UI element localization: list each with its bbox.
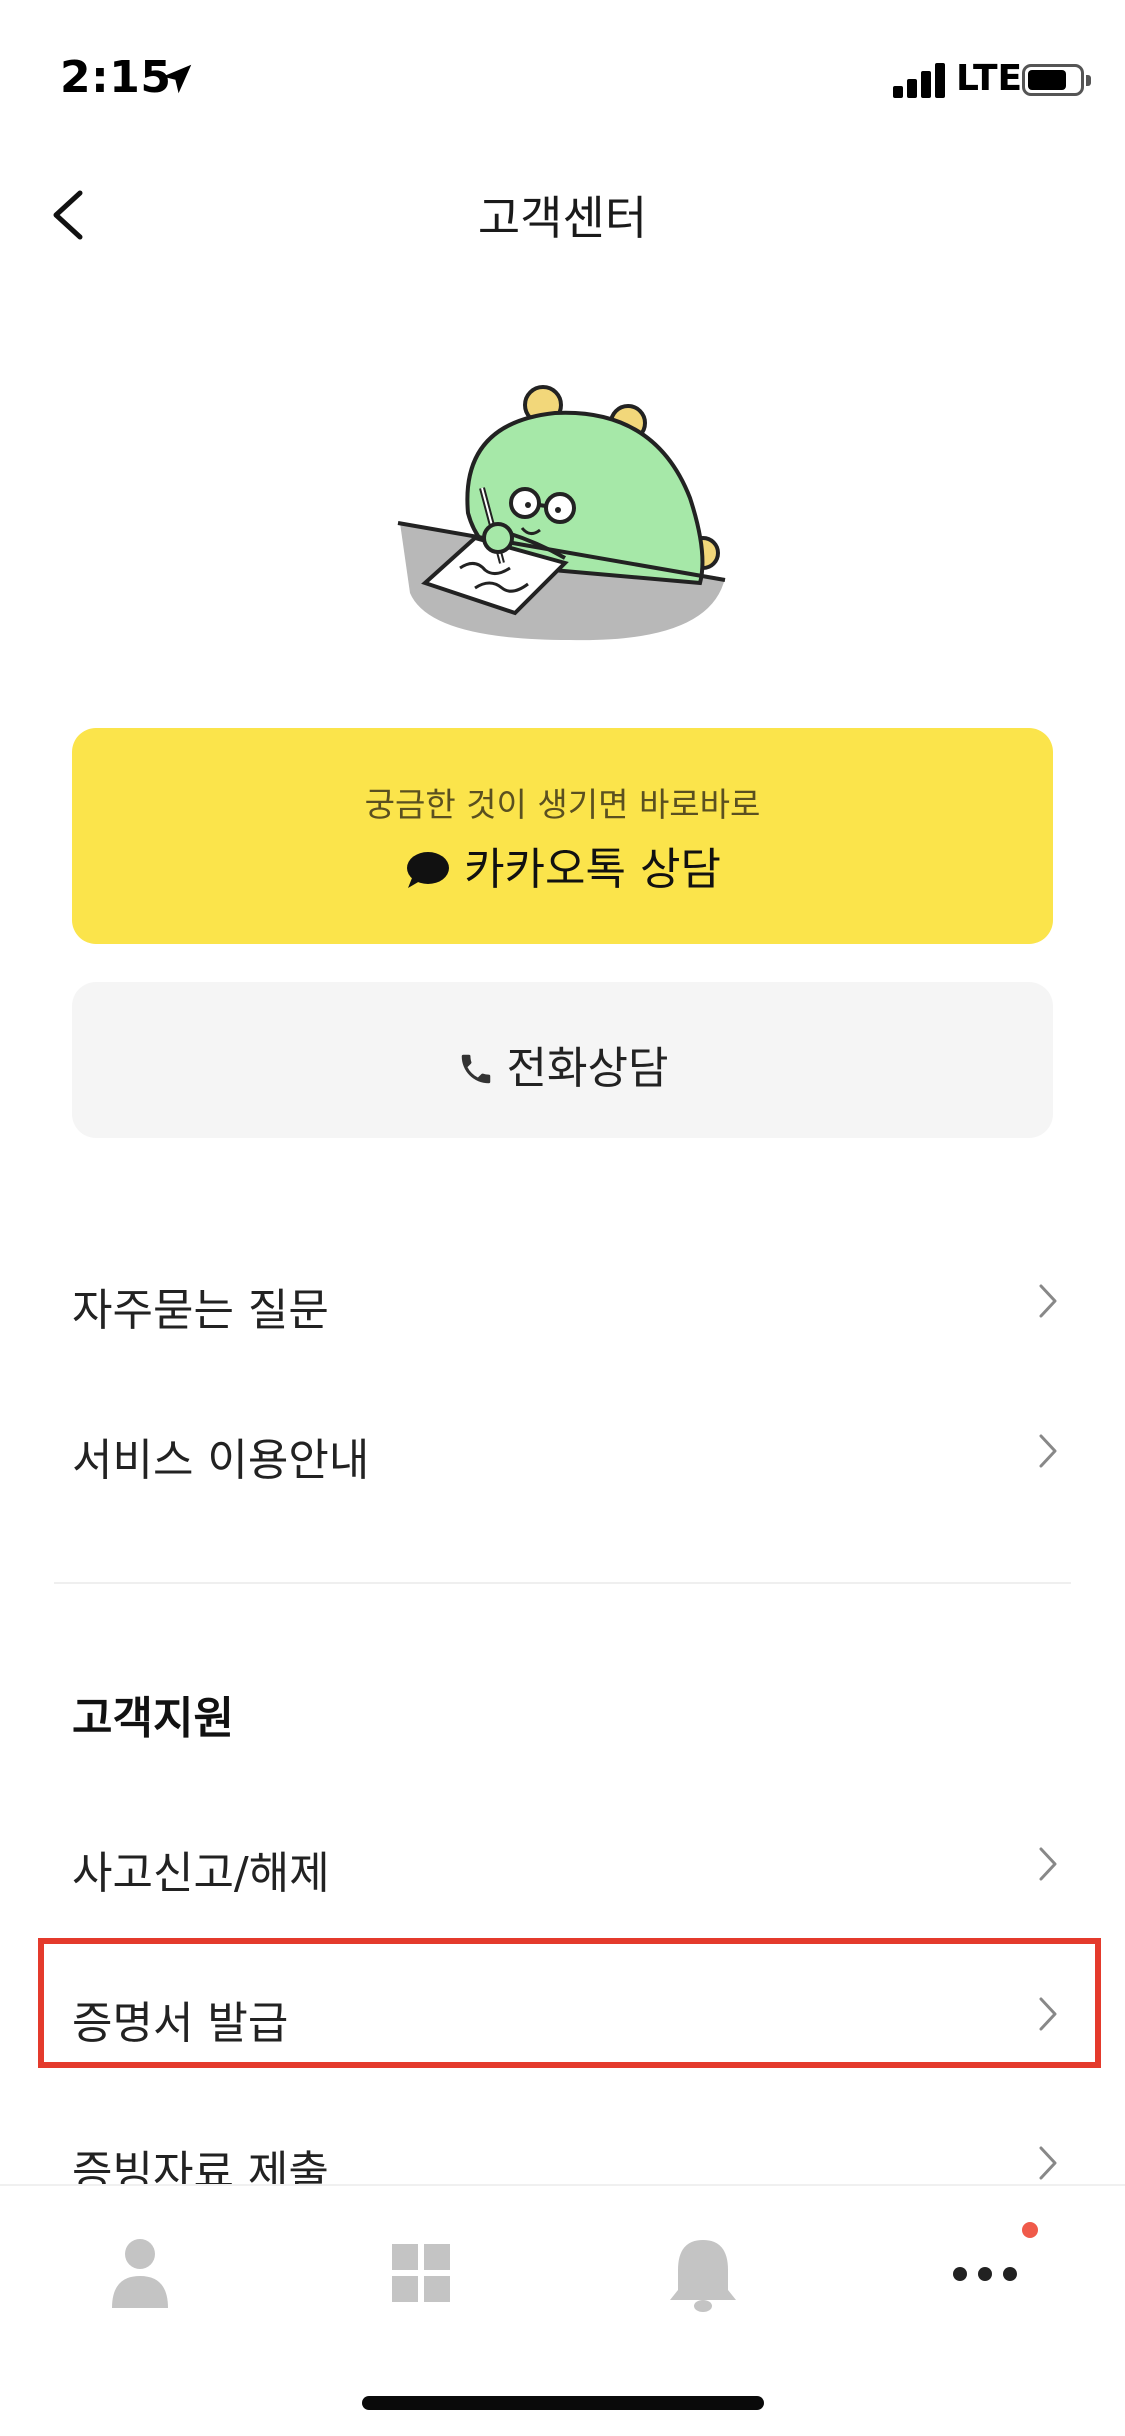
- list-item-label: 서비스 이용안내: [72, 1435, 370, 1486]
- network-type: LTE: [956, 58, 1023, 99]
- phone-label: 전화상담: [506, 1043, 669, 1094]
- page-title: 고객센터: [477, 191, 648, 245]
- list-item-accident-report[interactable]: 사고신고/해제: [0, 1803, 1125, 1923]
- list-item-label: 자주묻는 질문: [72, 1285, 329, 1336]
- more-icon[interactable]: [940, 2228, 1030, 2318]
- kakao-label-row: 카카오톡 상담: [72, 833, 1053, 897]
- grid-icon[interactable]: [376, 2228, 466, 2318]
- chevron-right-icon: [1039, 2146, 1057, 2180]
- speech-bubble-icon: [407, 852, 450, 888]
- list-item-label: 사고신고/해제: [72, 1848, 330, 1899]
- phone-icon: [461, 1054, 490, 1084]
- battery-icon: [1022, 64, 1091, 96]
- header: 고객센터: [0, 160, 1125, 270]
- home-indicator: [362, 2396, 764, 2410]
- kakao-label: 카카오톡 상담: [464, 844, 721, 895]
- chevron-right-icon: [1039, 1847, 1057, 1881]
- dinosaur-writing-illustration: [397, 385, 726, 641]
- status-bar: 2:15 LTE: [0, 0, 1125, 160]
- phone-label-row: 전화상담: [72, 1032, 1053, 1096]
- section-divider: [54, 1582, 1071, 1584]
- status-time: 2:15: [60, 52, 172, 103]
- chevron-right-icon: [1039, 1434, 1057, 1468]
- kakao-subtitle: 궁금한 것이 생기면 바로바로: [364, 785, 761, 824]
- location-arrow-icon: [162, 64, 192, 94]
- bell-icon[interactable]: [658, 2228, 748, 2318]
- phone-consult-button[interactable]: 전화상담: [72, 982, 1053, 1138]
- kakaotalk-consult-button[interactable]: 궁금한 것이 생기면 바로바로 카카오톡 상담: [72, 728, 1053, 944]
- notification-dot: [1022, 2222, 1038, 2238]
- list-item-service-guide[interactable]: 서비스 이용안내: [0, 1390, 1125, 1510]
- list-item-faq[interactable]: 자주묻는 질문: [0, 1240, 1125, 1360]
- person-icon[interactable]: [95, 2228, 185, 2318]
- cellular-signal-icon: [893, 62, 945, 98]
- chevron-right-icon: [1039, 1284, 1057, 1318]
- highlight-box: [38, 1938, 1101, 2068]
- section-title-support: 고객지원: [72, 1693, 234, 1744]
